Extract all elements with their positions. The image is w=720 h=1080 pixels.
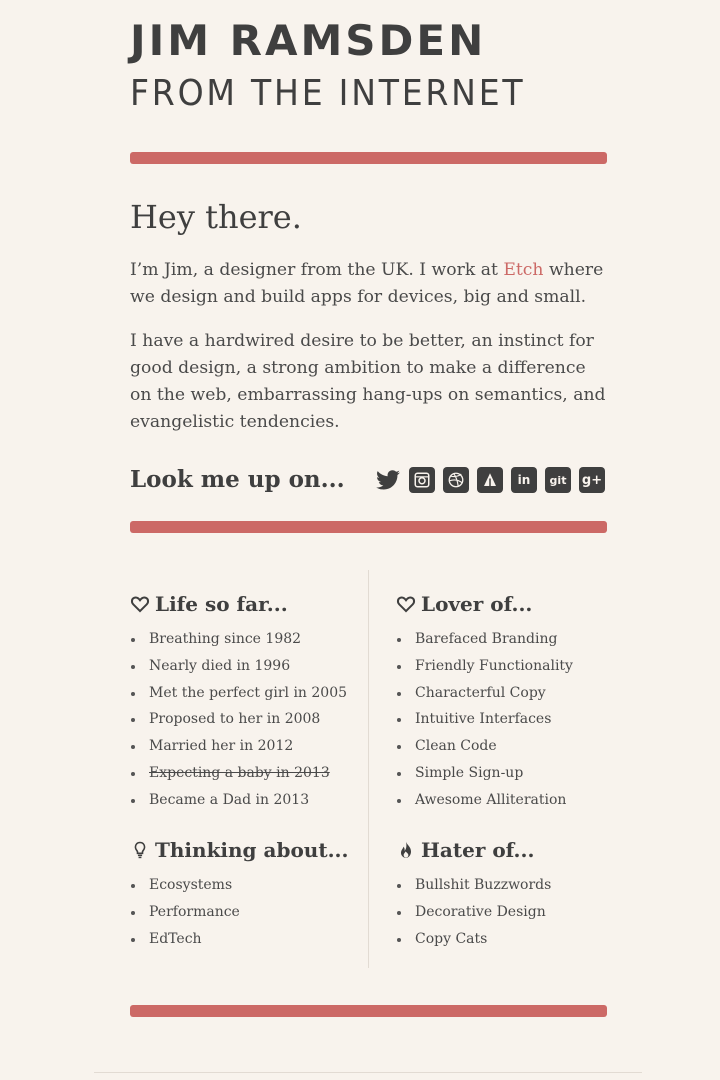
lover-section: Lover of... Barefaced Branding Friendly … — [396, 590, 626, 814]
social-heading: Look me up on... — [130, 466, 345, 493]
etch-link[interactable]: Etch — [503, 260, 543, 280]
git-icon[interactable]: git — [545, 467, 571, 493]
column-divider — [368, 570, 369, 968]
twitter-icon[interactable] — [375, 467, 401, 493]
list-item: Barefaced Branding — [397, 626, 626, 653]
intro-paragraph-1: I’m Jim, a designer from the UK. I work … — [130, 257, 610, 311]
thinking-title: Thinking about... — [155, 838, 349, 862]
list-item: Proposed to her in 2008 — [131, 706, 360, 733]
life-title: Life so far... — [155, 592, 288, 616]
list-item: EdTech — [131, 926, 360, 953]
list-item: Characterful Copy — [397, 680, 626, 707]
heart-icon — [396, 594, 416, 614]
dribbble-icon[interactable] — [443, 467, 469, 493]
list-item: Married her in 2012 — [131, 733, 360, 760]
life-list: Breathing since 1982 Nearly died in 1996… — [130, 626, 360, 814]
site-name: JIM RAMSDEN — [130, 16, 487, 65]
list-item: Awesome Alliteration — [397, 787, 626, 814]
hater-heading: Hater of... — [396, 836, 626, 864]
intro-paragraph-2: I have a hardwired desire to be better, … — [130, 331, 606, 432]
list-item: Nearly died in 1996 — [131, 653, 360, 680]
instagram-icon[interactable] — [409, 467, 435, 493]
flame-icon — [396, 840, 416, 860]
intro-heading: Hey there. — [130, 198, 302, 236]
life-section: Life so far... Breathing since 1982 Near… — [130, 590, 360, 814]
accent-divider — [130, 521, 607, 533]
list-item: Simple Sign-up — [397, 760, 626, 787]
google-plus-icon[interactable]: g+ — [579, 467, 605, 493]
site-tagline: FROM THE INTERNET — [130, 73, 526, 114]
forrst-icon[interactable] — [477, 467, 503, 493]
intro-text: I’m Jim, a designer from the UK. I work … — [130, 260, 504, 280]
accent-divider — [130, 152, 607, 164]
list-item: Became a Dad in 2013 — [131, 787, 360, 814]
list-item: Ecosystems — [131, 872, 360, 899]
thinking-heading: Thinking about... — [130, 836, 360, 864]
social-links: in git g+ — [375, 467, 605, 493]
list-item: Copy Cats — [397, 926, 626, 953]
lover-list: Barefaced Branding Friendly Functionalit… — [396, 626, 626, 814]
hater-list: Bullshit Buzzwords Decorative Design Cop… — [396, 872, 626, 952]
list-item: Bullshit Buzzwords — [397, 872, 626, 899]
list-item-struck: Expecting a baby in 2013 — [131, 760, 360, 787]
hater-section: Hater of... Bullshit Buzzwords Decorativ… — [396, 836, 626, 952]
list-item: Clean Code — [397, 733, 626, 760]
list-item: Met the perfect girl in 2005 — [131, 680, 360, 707]
lightbulb-icon — [130, 840, 150, 860]
life-heading: Life so far... — [130, 590, 360, 618]
lover-title: Lover of... — [421, 592, 533, 616]
thinking-list: Ecosystems Performance EdTech — [130, 872, 360, 952]
list-item: Decorative Design — [397, 899, 626, 926]
list-item: Friendly Functionality — [397, 653, 626, 680]
list-item: Intuitive Interfaces — [397, 706, 626, 733]
linkedin-icon[interactable]: in — [511, 467, 537, 493]
list-item: Breathing since 1982 — [131, 626, 360, 653]
heart-icon — [130, 594, 150, 614]
list-item: Performance — [131, 899, 360, 926]
footer-divider — [94, 1072, 642, 1073]
thinking-section: Thinking about... Ecosystems Performance… — [130, 836, 360, 952]
lover-heading: Lover of... — [396, 590, 626, 618]
accent-divider — [130, 1005, 607, 1017]
hater-title: Hater of... — [421, 838, 535, 862]
